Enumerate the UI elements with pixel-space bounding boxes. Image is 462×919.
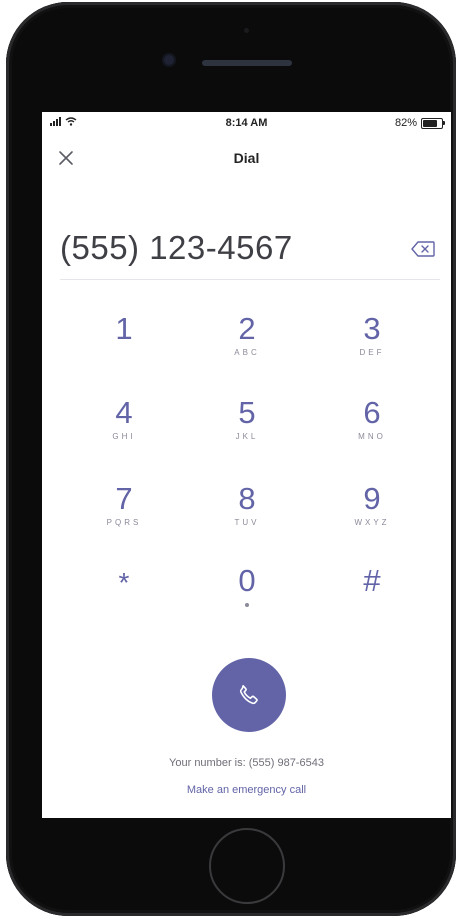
key-digit: 9 xyxy=(363,481,381,516)
key-digit: 0 xyxy=(238,563,256,598)
key-8[interactable]: 8 TUV xyxy=(207,482,287,544)
emergency-call-link[interactable]: Make an emergency call xyxy=(42,784,451,796)
key-digit: 7 xyxy=(115,481,133,516)
battery-percent: 82% xyxy=(394,117,417,129)
call-button[interactable] xyxy=(212,658,286,732)
phone-screen: 8:14 AM 82% Dial (555) 123-4567 1 2 ABC 3 DE… xyxy=(42,112,451,818)
key-4[interactable]: 4 GHI xyxy=(84,396,164,458)
key-letters: ABC xyxy=(234,348,260,357)
key-digit: # xyxy=(363,563,381,598)
key-letters: PQRS xyxy=(106,518,142,527)
key-letters: DEF xyxy=(359,348,385,357)
key-digit: 6 xyxy=(363,395,381,430)
status-bar: 8:14 AM 82% xyxy=(42,112,451,134)
backspace-icon[interactable] xyxy=(410,239,436,259)
key-0[interactable]: 0 xyxy=(207,564,287,626)
key-digit: 1 xyxy=(115,311,133,346)
phone-frame: 8:14 AM 82% Dial (555) 123-4567 1 2 ABC 3 DE… xyxy=(6,2,456,916)
key-digit: * xyxy=(118,567,130,598)
key-letters: JKL xyxy=(235,432,259,441)
sensor-dot xyxy=(244,28,249,33)
key-digit: 2 xyxy=(238,311,256,346)
your-number-text: Your number is: (555) 987-6543 xyxy=(169,757,324,769)
key-letters: WXYZ xyxy=(354,518,390,527)
home-button[interactable] xyxy=(209,828,285,904)
key-star[interactable]: * xyxy=(84,564,164,626)
number-display[interactable]: (555) 123-4567 xyxy=(60,227,440,280)
earpiece-speaker xyxy=(202,60,292,66)
key-digit: 3 xyxy=(363,311,381,346)
page-title: Dial xyxy=(233,150,260,166)
key-hash[interactable]: # xyxy=(332,564,412,626)
key-letters: MNO xyxy=(358,432,386,441)
battery-indicator: 82% xyxy=(394,117,445,129)
battery-icon xyxy=(421,117,445,129)
phone-icon xyxy=(239,684,258,705)
front-camera xyxy=(164,55,174,65)
key-letters xyxy=(84,604,164,614)
key-digit: 8 xyxy=(238,481,256,516)
dialed-number[interactable]: (555) 123-4567 xyxy=(60,229,293,267)
status-time: 8:14 AM xyxy=(225,117,268,129)
key-zero-dot xyxy=(245,603,249,607)
key-letters: GHI xyxy=(112,432,136,441)
key-letters xyxy=(332,600,412,610)
key-1[interactable]: 1 xyxy=(84,312,164,374)
key-2[interactable]: 2 ABC xyxy=(207,312,287,374)
key-letters: TUV xyxy=(234,518,260,527)
key-3[interactable]: 3 DEF xyxy=(332,312,412,374)
key-letters xyxy=(84,348,164,358)
key-6[interactable]: 6 MNO xyxy=(332,396,412,458)
key-digit: 4 xyxy=(115,395,133,430)
key-5[interactable]: 5 JKL xyxy=(207,396,287,458)
key-9[interactable]: 9 WXYZ xyxy=(332,482,412,544)
key-7[interactable]: 7 PQRS xyxy=(84,482,164,544)
key-digit: 5 xyxy=(238,395,256,430)
